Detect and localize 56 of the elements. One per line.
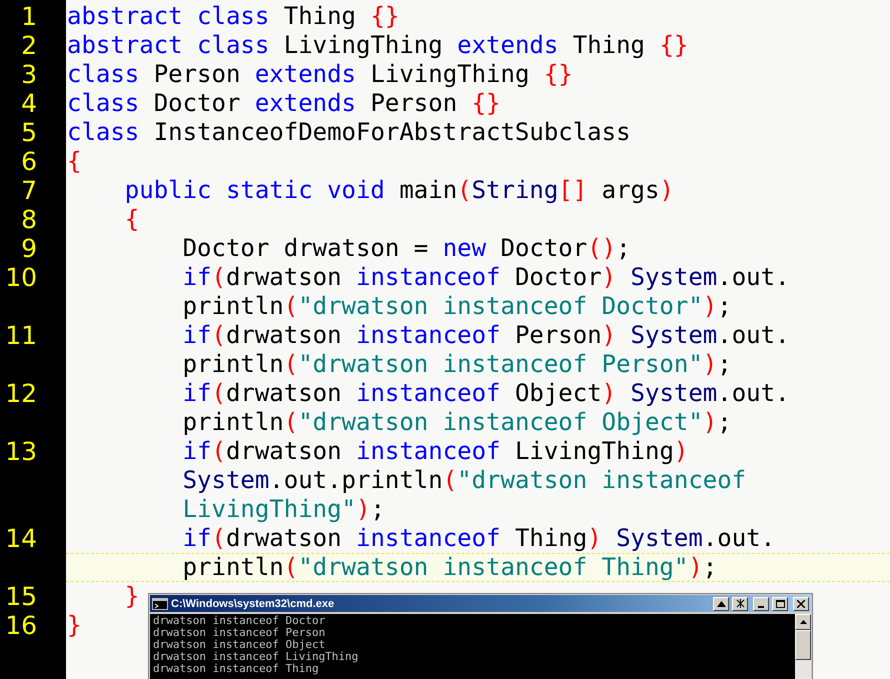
maximize-button[interactable] xyxy=(772,596,788,610)
window-title: C:\Windows\system32\cmd.exe xyxy=(171,598,336,610)
line-number: 12 xyxy=(5,379,37,408)
console-output-line: drwatson instanceof Person xyxy=(153,627,326,639)
code-line: } xyxy=(124,583,140,610)
pin-button[interactable] xyxy=(732,596,748,610)
code-line: class InstanceofDemoForAbstractSubclass xyxy=(67,119,631,146)
triangle-up-icon xyxy=(716,600,726,606)
code-line: if(drwatson instanceof Doctor) System.out. xyxy=(182,264,790,291)
triangle-up-icon xyxy=(800,620,806,624)
code-line: println("drwatson instanceof Object"); xyxy=(182,409,732,436)
console-output-line: drwatson instanceof Object xyxy=(153,639,326,651)
line-number: 10 xyxy=(5,263,37,292)
console-output-line: drwatson instanceof Doctor xyxy=(153,615,326,627)
line-number: 9 xyxy=(21,234,37,263)
code-line: abstract class LivingThing extends Thing {} xyxy=(67,32,688,59)
code-line: Doctor drwatson = new Doctor(); xyxy=(182,235,631,262)
line-number: 14 xyxy=(5,524,37,553)
code-line: public static void main(String[] args) xyxy=(124,177,674,204)
code-line: { xyxy=(124,206,140,233)
console-output-line: drwatson instanceof LivingThing xyxy=(153,651,360,663)
code-line: { xyxy=(67,148,82,175)
line-number: 11 xyxy=(5,321,37,350)
minimize-button[interactable] xyxy=(753,596,769,610)
code-line: abstract class Thing {} xyxy=(67,3,400,30)
scroll-up-button[interactable] xyxy=(713,596,729,610)
line-number: 5 xyxy=(21,118,37,147)
code-line: println("drwatson instanceof Doctor"); xyxy=(182,293,732,320)
maximize-icon xyxy=(776,600,784,608)
line-number: 3 xyxy=(21,60,37,89)
line-number: 2 xyxy=(21,31,37,60)
close-button[interactable] xyxy=(793,596,809,610)
line-number: 15 xyxy=(5,582,37,611)
code-line: if(drwatson instanceof LivingThing) xyxy=(182,438,688,465)
line-number: 13 xyxy=(5,437,37,466)
code-line: println("drwatson instanceof Person"); xyxy=(182,351,732,378)
line-number: 1 xyxy=(21,2,37,31)
code-line: System.out.println("drwatson instanceof xyxy=(182,467,746,494)
code-line: class Doctor extends Person {} xyxy=(67,90,500,117)
code-line: } xyxy=(67,612,82,639)
minimize-icon xyxy=(758,606,764,608)
code-line: class Person extends LivingThing {} xyxy=(67,61,573,88)
line-number: 6 xyxy=(21,147,37,176)
code-line: if(drwatson instanceof Person) System.out. xyxy=(182,322,790,349)
code-line: println("drwatson instanceof Thing"); xyxy=(182,554,718,581)
line-number: 16 xyxy=(5,611,37,640)
console-icon xyxy=(152,598,168,610)
code-line: if(drwatson instanceof Object) System.out. xyxy=(182,380,790,407)
line-number: 4 xyxy=(21,89,37,118)
scrollbar[interactable] xyxy=(795,614,811,679)
close-icon xyxy=(797,600,805,608)
code-line: if(drwatson instanceof Thing) System.out. xyxy=(182,525,776,552)
line-number: 8 xyxy=(21,205,37,234)
console-output-line: drwatson instanceof Thing xyxy=(153,663,319,675)
line-number: 7 xyxy=(21,176,37,205)
code-line: LivingThing"); xyxy=(182,496,385,523)
